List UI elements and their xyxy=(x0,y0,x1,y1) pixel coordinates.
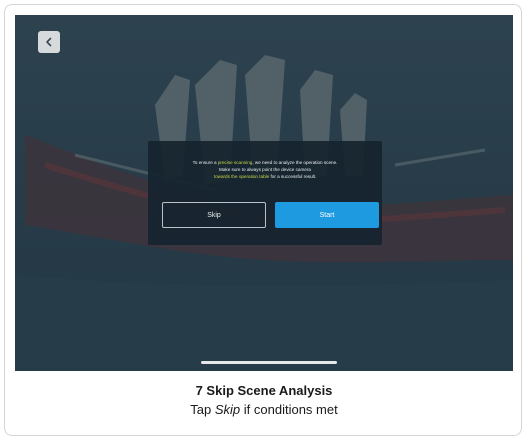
dialog-line-3-post: for a successful result. xyxy=(269,174,317,180)
back-button[interactable] xyxy=(38,31,60,53)
chevron-left-icon xyxy=(46,37,52,47)
caption-sub-post: if conditions met xyxy=(240,402,338,417)
skip-button[interactable]: Skip xyxy=(162,202,266,228)
scene-analysis-dialog: To ensure a precise scanning, we need to… xyxy=(148,141,382,245)
caption-sub-emphasis: Skip xyxy=(214,402,241,417)
dialog-line-3: towards the operation table for a succes… xyxy=(154,173,376,180)
home-indicator[interactable] xyxy=(201,361,337,364)
dialog-line-2: Make sure to always point the device cam… xyxy=(219,167,311,173)
caption-title: 7 Skip Scene Analysis xyxy=(195,383,333,398)
dialog-line-1: To ensure a precise scanning, we need to… xyxy=(154,159,376,166)
dialog-line-1-highlight: precise scanning xyxy=(217,160,253,165)
dialog-line-3-highlight: towards the operation table xyxy=(213,174,270,180)
device-screen: To ensure a precise scanning, we need to… xyxy=(15,15,513,371)
caption-subtitle: Tap Skip if conditions met xyxy=(0,402,528,417)
dialog-line-1-pre: To ensure a xyxy=(192,160,218,165)
dialog-line-1-post: , we need to analyze the operation scene… xyxy=(252,160,338,165)
dialog-message: To ensure a precise scanning, we need to… xyxy=(154,159,376,181)
start-button[interactable]: Start xyxy=(275,202,379,228)
caption-sub-pre: Tap xyxy=(190,402,215,417)
